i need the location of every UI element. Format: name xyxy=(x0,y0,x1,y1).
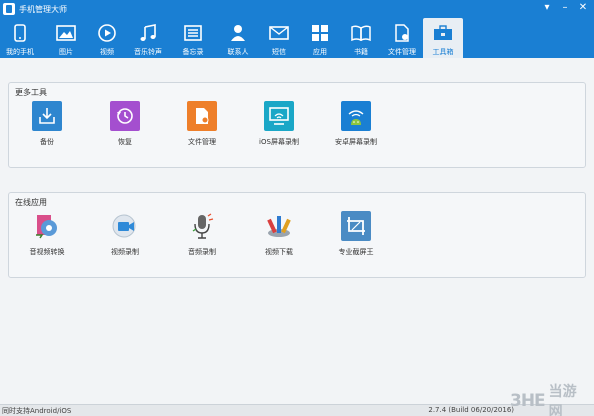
nav-item-memo[interactable]: 备忘录 xyxy=(173,18,213,58)
app-title: 手机管理大师 xyxy=(19,4,67,14)
watermark: 3HE 当游网 xyxy=(510,384,590,416)
nav-item-my-phone[interactable]: 我的手机 xyxy=(0,18,40,58)
nav-item-images[interactable]: 图片 xyxy=(46,18,86,58)
restore-icon xyxy=(110,101,140,131)
toolbox-icon xyxy=(433,23,453,43)
nav-item-sms[interactable]: 短信 xyxy=(259,18,299,58)
menu-icon[interactable]: ▾ xyxy=(540,1,554,15)
nav-item-books[interactable]: 书籍 xyxy=(341,18,381,58)
tool-backup[interactable]: 备份 xyxy=(17,101,77,147)
main-nav: 我的手机 图片 视频 音乐铃声 备忘录 联系人 短信 应用 书籍 文件管理 工具… xyxy=(0,18,594,58)
watermark-logo: 3HE xyxy=(510,391,546,411)
audio-record-icon xyxy=(187,211,217,241)
screenshot-pro-icon xyxy=(341,211,371,241)
status-support-text: 同时支持Android/iOS xyxy=(2,407,72,415)
nav-item-apps[interactable]: 应用 xyxy=(300,18,340,58)
status-bar: 同时支持Android/iOS 2.7.4 (Build 06/20/2016) xyxy=(0,404,594,416)
ios-screen-record-icon xyxy=(264,101,294,131)
tool-av-convert[interactable]: 音视频转换 xyxy=(17,211,77,257)
file-manage-icon xyxy=(187,101,217,131)
watermark-text: 当游网 xyxy=(548,384,577,416)
tool-ios-screen-record[interactable]: iOS屏幕录制 xyxy=(249,101,309,147)
phone-icon xyxy=(10,23,30,43)
book-icon xyxy=(351,23,371,43)
nav-item-file-manager[interactable]: 文件管理 xyxy=(382,18,422,58)
group-more-tools: 更多工具 备份 恢复 文件管理 iOS屏幕录制 安卓屏幕录制 xyxy=(8,82,586,168)
nav-item-music[interactable]: 音乐铃声 xyxy=(128,18,168,58)
group-online-apps: 在线应用 音视频转换 视频录制 音频录制 视频下载 专业截屏王 xyxy=(8,192,586,278)
minimize-icon[interactable]: – xyxy=(558,1,572,15)
sms-icon xyxy=(269,23,289,43)
main-content: 更多工具 备份 恢复 文件管理 iOS屏幕录制 安卓屏幕录制 在线应用 音视频转… xyxy=(0,58,594,404)
av-convert-icon xyxy=(32,211,62,241)
video-icon xyxy=(97,23,117,43)
tool-audio-record[interactable]: 音频录制 xyxy=(172,211,232,257)
group-title-online-apps: 在线应用 xyxy=(15,198,47,207)
tool-screenshot-pro[interactable]: 专业截屏王 xyxy=(326,211,386,257)
tool-android-screen-record[interactable]: 安卓屏幕录制 xyxy=(326,101,386,147)
android-screen-record-icon xyxy=(341,101,371,131)
nav-item-toolbox[interactable]: 工具箱 xyxy=(423,18,463,58)
video-record-icon xyxy=(110,211,140,241)
app-logo-icon xyxy=(3,3,15,15)
video-download-icon xyxy=(264,211,294,241)
nav-item-contacts[interactable]: 联系人 xyxy=(218,18,258,58)
title-bar: 手机管理大师 ▾ – ✕ xyxy=(0,0,594,18)
tool-video-record[interactable]: 视频录制 xyxy=(95,211,155,257)
music-icon xyxy=(138,23,158,43)
file-manager-icon xyxy=(392,23,412,43)
contacts-icon xyxy=(228,23,248,43)
apps-icon xyxy=(310,23,330,43)
backup-icon xyxy=(32,101,62,131)
nav-item-video[interactable]: 视频 xyxy=(87,18,127,58)
window-controls: ▾ – ✕ xyxy=(540,1,590,15)
memo-icon xyxy=(183,23,203,43)
tool-file-manage[interactable]: 文件管理 xyxy=(172,101,232,147)
tool-video-download[interactable]: 视频下载 xyxy=(249,211,309,257)
status-version: 2.7.4 (Build 06/20/2016) xyxy=(428,406,514,414)
tool-restore[interactable]: 恢复 xyxy=(95,101,155,147)
close-icon[interactable]: ✕ xyxy=(576,1,590,15)
group-title-more-tools: 更多工具 xyxy=(15,88,47,97)
image-icon xyxy=(56,23,76,43)
